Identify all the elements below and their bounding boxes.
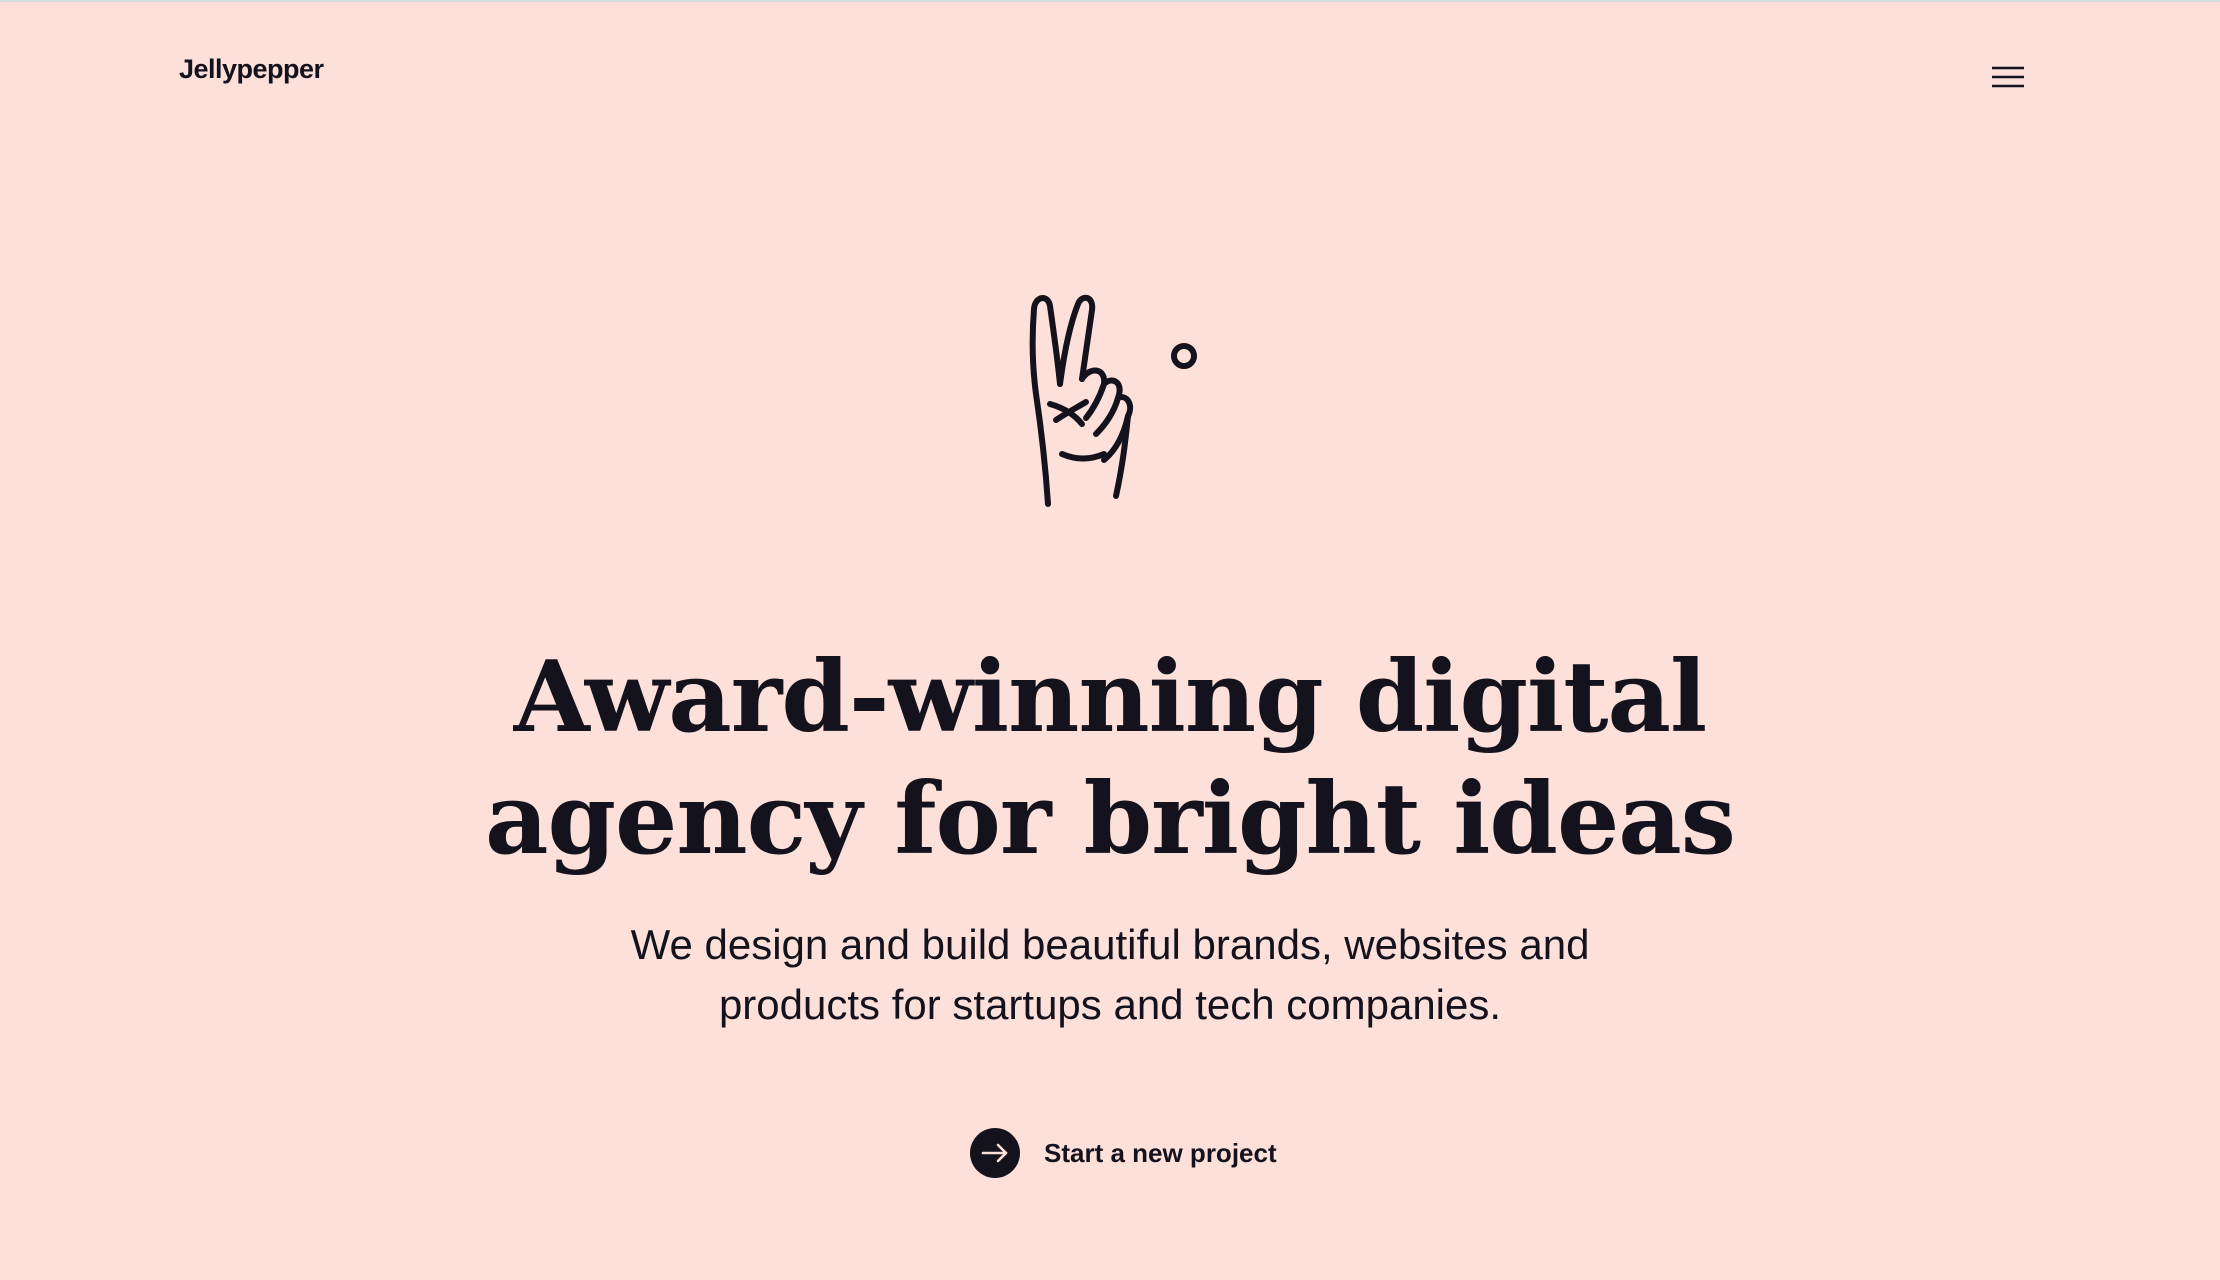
hero-subheading-line-2: products for startups and tech companies…	[718, 981, 1502, 1028]
hero-subheading-line-1: We design and build beautiful brands, we…	[630, 921, 1590, 968]
peace-hand-icon	[1029, 294, 1197, 507]
cta-circle	[970, 1128, 1020, 1178]
menu-button[interactable]	[1992, 62, 2030, 92]
hero-headline: Award-winning digital agency for bright …	[0, 637, 2220, 881]
start-project-label: Start a new project	[1044, 1137, 1277, 1168]
hero-headline-line-1: Award-winning digital	[513, 640, 1707, 755]
hero-headline-line-2: agency for bright ideas	[485, 762, 1736, 877]
page: Jellypepper Award-winning digital agency…	[0, 0, 2220, 1280]
start-project-button[interactable]: Start a new project	[970, 1128, 1277, 1178]
hamburger-menu-icon	[1992, 66, 2024, 88]
site-logo[interactable]: Jellypepper	[179, 54, 324, 85]
hero-subheading: We design and build beautiful brands, we…	[0, 915, 2220, 1035]
arrow-right-icon	[981, 1143, 1008, 1163]
